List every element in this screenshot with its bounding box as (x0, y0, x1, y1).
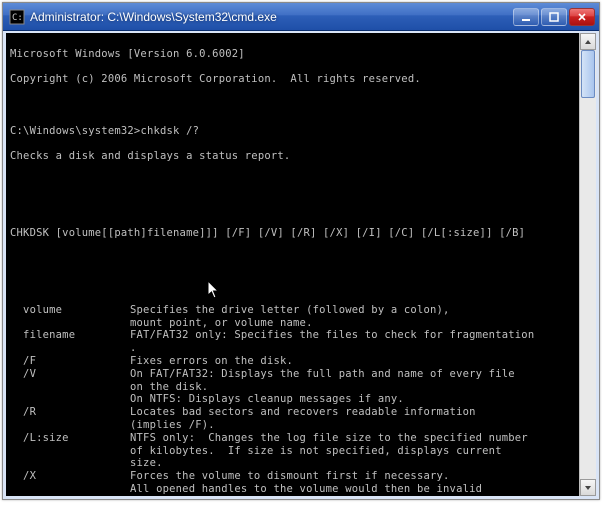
prompt-command: chkdsk /? (140, 125, 199, 137)
param-desc: Locates bad sectors and recovers readabl… (130, 406, 579, 419)
param-desc: Fixes errors on the disk. (130, 355, 579, 368)
param-row: /VOn FAT/FAT32: Displays the full path a… (10, 368, 579, 381)
svg-text:C:: C: (12, 13, 23, 23)
prompt-line: C:\Windows\system32>chkdsk /? (10, 125, 579, 138)
param-row: filenameFAT/FAT32 only: Specifies the fi… (10, 329, 579, 342)
param-flag: volume (10, 304, 130, 317)
param-flag: /L:size (10, 432, 130, 445)
param-desc: FAT/FAT32 only: Specifies the files to c… (130, 329, 579, 342)
cmd-window: C: Administrator: C:\Windows\System32\cm… (2, 2, 600, 500)
param-row: (implies /F). (10, 419, 579, 432)
param-desc: On FAT/FAT32: Displays the full path and… (130, 368, 579, 381)
window-client-area: Microsoft Windows [Version 6.0.6002] Cop… (3, 31, 599, 499)
param-row: All opened handles to the volume would t… (10, 483, 579, 496)
titlebar[interactable]: C: Administrator: C:\Windows\System32\cm… (3, 3, 599, 31)
param-desc: Specifies the drive letter (followed by … (130, 304, 579, 317)
param-flag: /F (10, 355, 130, 368)
vertical-scrollbar[interactable] (579, 33, 596, 496)
text-line: Copyright (c) 2006 Microsoft Corporation… (10, 73, 579, 86)
scroll-thumb[interactable] (581, 50, 595, 98)
param-row: on the disk. (10, 381, 579, 394)
param-row: /FFixes errors on the disk. (10, 355, 579, 368)
console-output[interactable]: Microsoft Windows [Version 6.0.6002] Cop… (6, 33, 579, 496)
param-row: size. (10, 457, 579, 470)
param-desc: of kilobytes. If size is not specified, … (130, 445, 579, 458)
blank-line (10, 201, 579, 214)
scroll-track[interactable] (580, 50, 596, 479)
blank-line (10, 176, 579, 189)
close-button[interactable] (569, 8, 595, 26)
scroll-up-button[interactable] (580, 33, 596, 50)
param-desc: . (130, 342, 579, 355)
window-title: Administrator: C:\Windows\System32\cmd.e… (30, 10, 513, 24)
cmd-icon: C: (9, 9, 25, 25)
param-desc: All opened handles to the volume would t… (130, 483, 579, 496)
usage-line: CHKDSK [volume[[path]filename]]] [/F] [/… (10, 227, 579, 240)
text-line: Microsoft Windows [Version 6.0.6002] (10, 48, 579, 61)
window-controls (513, 8, 595, 26)
param-desc: NTFS only: Changes the log file size to … (130, 432, 579, 445)
blank-line (10, 278, 579, 291)
param-row: of kilobytes. If size is not specified, … (10, 445, 579, 458)
param-row: mount point, or volume name. (10, 317, 579, 330)
minimize-button[interactable] (513, 8, 539, 26)
param-desc: On NTFS: Displays cleanup messages if an… (130, 393, 579, 406)
blank-line (10, 99, 579, 112)
parameter-list: volumeSpecifies the drive letter (follow… (10, 304, 579, 496)
param-row: On NTFS: Displays cleanup messages if an… (10, 393, 579, 406)
param-desc: (implies /F). (130, 419, 579, 432)
param-flag: /R (10, 406, 130, 419)
prompt-path: C:\Windows\system32> (10, 125, 140, 137)
param-flag: /X (10, 470, 130, 483)
blank-line (10, 253, 579, 266)
param-desc: mount point, or volume name. (130, 317, 579, 330)
param-row: volumeSpecifies the drive letter (follow… (10, 304, 579, 317)
param-flag: /V (10, 368, 130, 381)
param-row: /L:sizeNTFS only: Changes the log file s… (10, 432, 579, 445)
param-row: /RLocates bad sectors and recovers reada… (10, 406, 579, 419)
text-line: Checks a disk and displays a status repo… (10, 150, 579, 163)
param-flag: filename (10, 329, 130, 342)
param-desc: on the disk. (130, 381, 579, 394)
param-desc: Forces the volume to dismount first if n… (130, 470, 579, 483)
scroll-down-button[interactable] (580, 479, 596, 496)
param-row: . (10, 342, 579, 355)
param-row: /XForces the volume to dismount first if… (10, 470, 579, 483)
maximize-button[interactable] (541, 8, 567, 26)
param-desc: size. (130, 457, 579, 470)
